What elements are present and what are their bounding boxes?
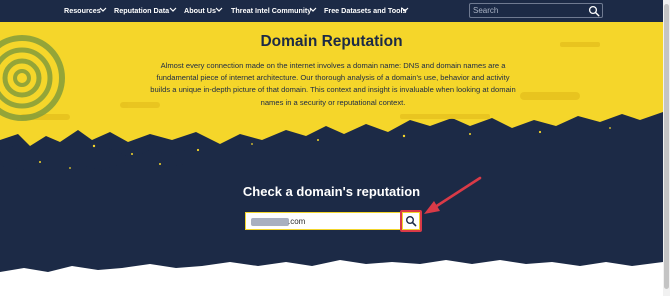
chevron-down-icon (401, 7, 409, 12)
redacted-domain-blur (251, 218, 289, 226)
chevron-down-icon (309, 7, 317, 12)
domain-check-heading: Check a domain's reputation (242, 184, 421, 199)
search-icon (406, 216, 417, 227)
domain-search-button[interactable] (400, 210, 422, 232)
nav-item-label: Reputation Data (114, 6, 170, 15)
top-navigation: Resources Reputation Data About Us Threa… (0, 0, 663, 22)
domain-input-box (245, 212, 402, 230)
search-icon[interactable] (588, 5, 600, 17)
page-title: Domain Reputation (260, 33, 403, 50)
intro-paragraph: Almost every connection made on the inte… (150, 61, 516, 107)
site-search-input[interactable] (472, 5, 581, 16)
page: Resources Reputation Data About Us Threa… (0, 0, 670, 296)
nav-item-about-us[interactable]: About Us (184, 0, 216, 22)
nav-item-label: Free Datasets and Tools (324, 6, 407, 15)
chevron-down-icon (169, 7, 177, 12)
nav-item-reputation-data[interactable]: Reputation Data (114, 0, 169, 22)
chevron-down-icon (99, 7, 107, 12)
chevron-down-icon (215, 7, 223, 12)
nav-item-label: Threat Intel Community (231, 6, 312, 15)
site-search (469, 3, 603, 18)
nav-item-resources[interactable]: Resources (64, 0, 101, 22)
nav-item-label: Resources (64, 6, 101, 15)
scrollbar-thumb[interactable] (664, 4, 669, 289)
nav-item-label: About Us (184, 6, 216, 15)
nav-item-free-datasets-and-tools[interactable]: Free Datasets and Tools (324, 0, 407, 22)
vertical-scrollbar[interactable] (663, 0, 670, 296)
annotation-arrow-icon (424, 176, 482, 214)
nav-item-threat-intel-community[interactable]: Threat Intel Community (231, 0, 311, 22)
domain-input[interactable] (288, 215, 398, 228)
